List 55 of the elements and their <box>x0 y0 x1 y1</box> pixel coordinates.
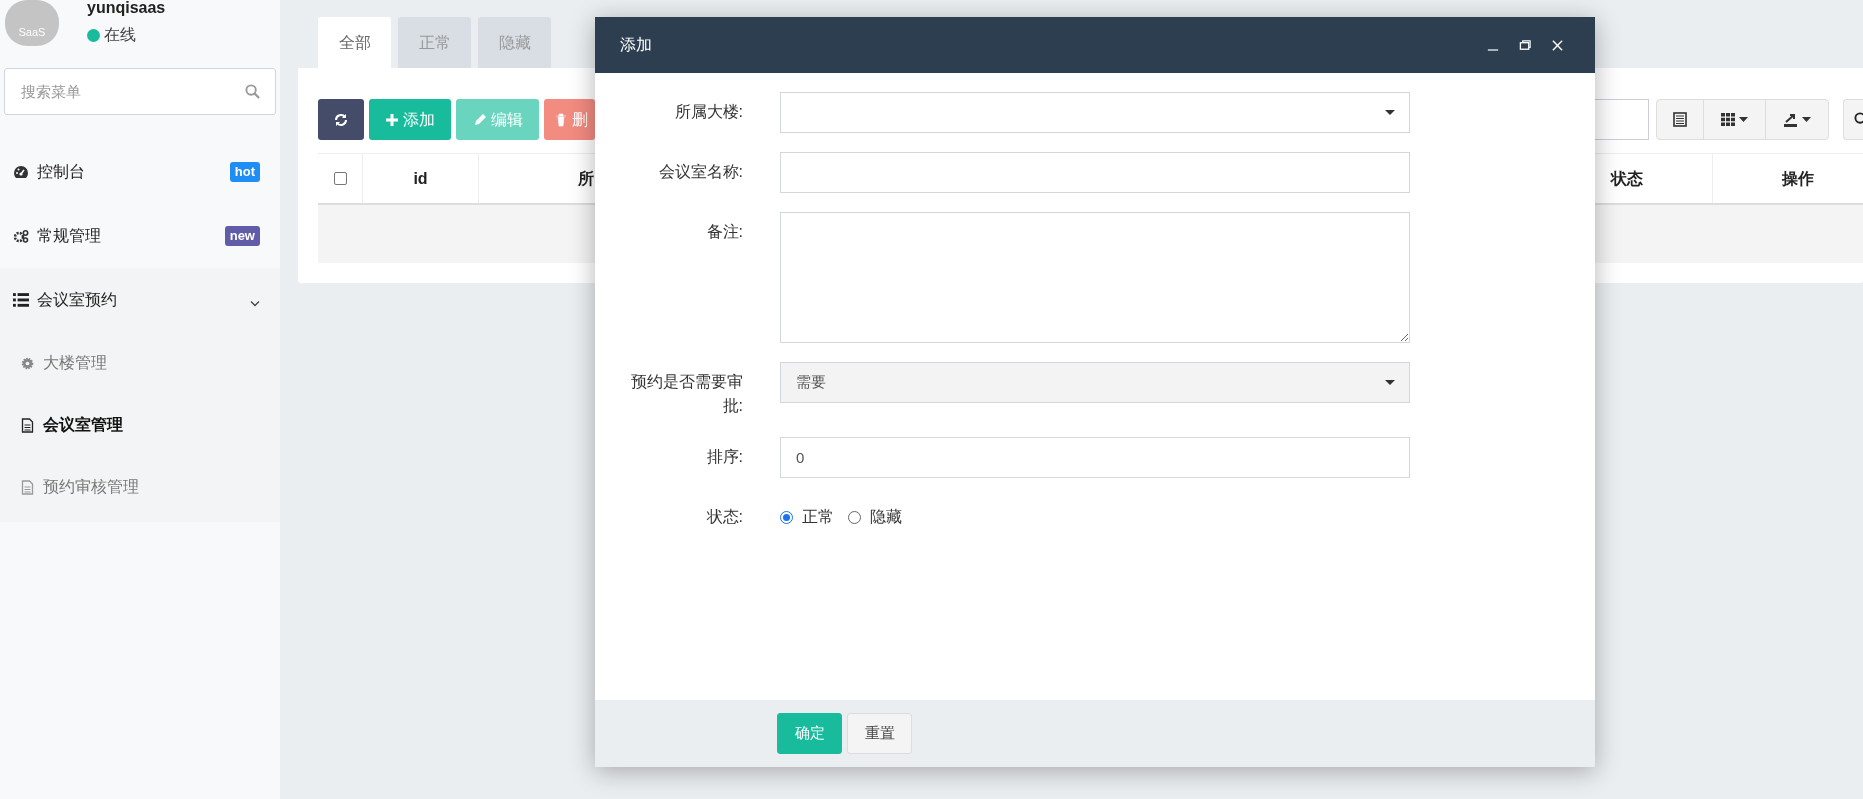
gear-icon <box>21 355 34 371</box>
refresh-icon <box>334 112 348 127</box>
field-label: 会议室名称: <box>657 162 743 182</box>
chevron-icon <box>250 299 260 307</box>
menu-item[interactable]: 会议室预约 <box>0 268 280 332</box>
field-label: 备注: <box>705 222 743 242</box>
menu-item[interactable]: 常规管理 new <box>0 204 280 268</box>
select-all-checkbox[interactable] <box>333 172 347 185</box>
filter-tab[interactable]: 全部 <box>318 17 391 68</box>
caret-icon <box>1802 117 1811 122</box>
dialog-title: 添加 <box>620 35 653 55</box>
field-label: 排序: <box>705 447 743 467</box>
reset-button[interactable]: 重置 <box>847 713 912 754</box>
submenu-item[interactable]: 会议室管理 <box>0 394 280 456</box>
submenu-item[interactable]: 预约审核管理 <box>0 456 280 518</box>
select-field[interactable] <box>780 92 1410 133</box>
text-input-field[interactable]: 0 <box>780 437 1410 478</box>
export-icon <box>1783 112 1798 127</box>
column-header: 所 <box>577 168 594 189</box>
list-icon <box>13 293 29 307</box>
list-icon <box>1673 112 1687 127</box>
menu-badge: hot <box>229 162 260 182</box>
radio-option[interactable]: 正常 <box>780 505 834 529</box>
user-name: yunqisaas <box>87 0 166 18</box>
caret-icon <box>1385 380 1395 385</box>
column-header: id <box>413 168 428 189</box>
menu-search-field[interactable]: 搜索菜单 <box>4 68 276 115</box>
caret-icon <box>1385 110 1395 115</box>
user-status: 在线 <box>104 25 136 45</box>
close-icon <box>1550 38 1564 52</box>
field-label: 预约是否需要审批: <box>630 372 743 416</box>
refresh-button[interactable] <box>318 99 364 140</box>
plus-icon <box>385 112 399 127</box>
minimize-icon <box>1487 49 1499 51</box>
submenu-item[interactable]: 大楼管理 <box>0 332 280 394</box>
trash-icon <box>554 112 568 127</box>
column-header: 操作 <box>1781 168 1814 189</box>
search-icon <box>245 84 260 99</box>
gauge-icon <box>13 165 29 179</box>
radio-option[interactable]: 隐藏 <box>848 505 902 529</box>
document-icon <box>21 479 34 495</box>
document-icon <box>21 417 34 433</box>
field-label: 状态: <box>705 507 743 527</box>
gears-icon <box>13 229 29 243</box>
text-input-field[interactable] <box>780 152 1410 193</box>
column-header: 状态 <box>1610 168 1643 189</box>
textarea-field[interactable] <box>780 212 1410 343</box>
caret-icon <box>1739 117 1748 122</box>
field-label: 所属大楼: <box>673 102 743 122</box>
menu-badge: new <box>224 226 260 246</box>
pencil-icon <box>472 112 487 127</box>
cloud-logo: SaaS <box>5 0 59 46</box>
menu-item[interactable]: 控制台 hot <box>0 140 280 204</box>
maximize-icon <box>1518 38 1532 52</box>
grid-icon <box>1721 113 1735 126</box>
